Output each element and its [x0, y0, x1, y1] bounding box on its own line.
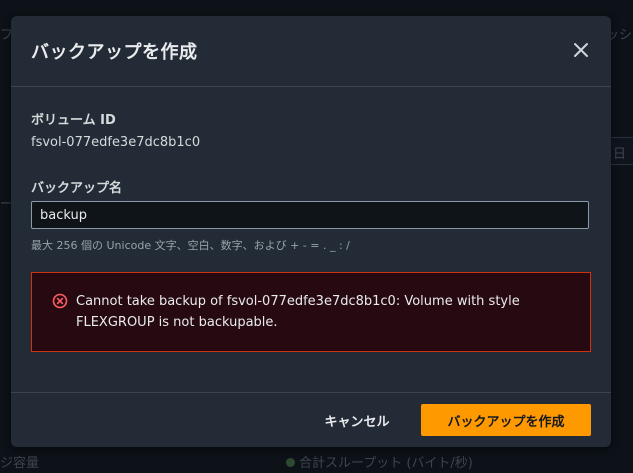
close-icon — [574, 43, 588, 57]
error-circle-icon — [52, 293, 68, 309]
volume-id-label: ボリューム ID — [31, 113, 116, 128]
create-backup-dialog: バックアップを作成 ボリューム ID fsvol-077edfe3e7dc8b1… — [11, 16, 611, 447]
volume-id-value: fsvol-077edfe3e7dc8b1c0 — [31, 135, 201, 150]
cancel-button[interactable]: キャンセル — [307, 404, 407, 436]
error-alert: Cannot take backup of fsvol-077edfe3e7dc… — [31, 272, 591, 352]
backup-name-hint: 最大 256 個の Unicode 文字、空白、数字、および + - = . _… — [31, 239, 350, 252]
backup-name-label: バックアップ名 — [31, 181, 123, 196]
close-button[interactable] — [569, 38, 593, 62]
error-message: Cannot take backup of fsvol-077edfe3e7dc… — [76, 294, 520, 330]
create-backup-button[interactable]: バックアップを作成 — [421, 404, 591, 436]
dialog-title: バックアップを作成 — [31, 42, 198, 63]
backup-name-input[interactable] — [31, 201, 589, 229]
dialog-header: バックアップを作成 — [11, 16, 611, 87]
